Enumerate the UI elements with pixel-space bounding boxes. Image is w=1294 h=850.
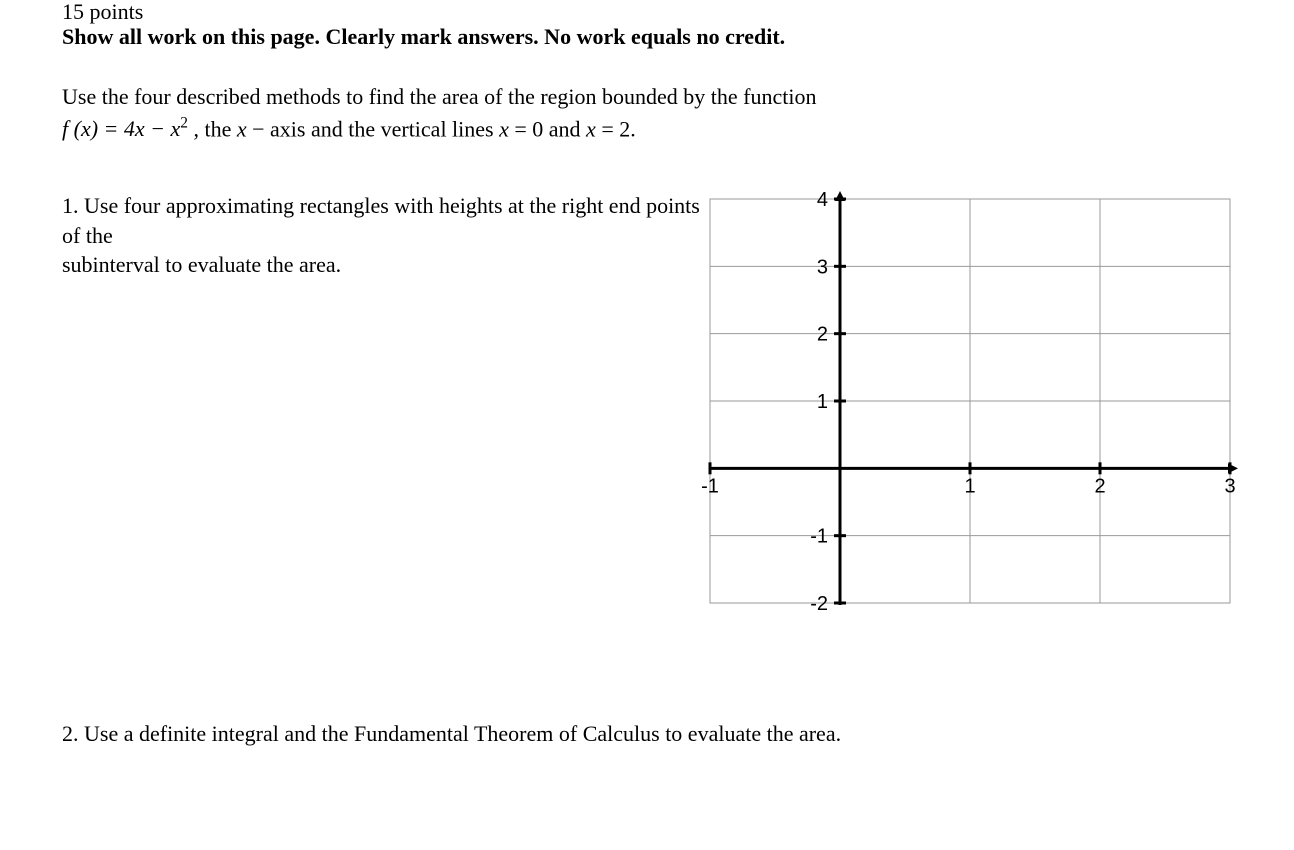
q1-text-b: subinterval to evaluate the area. xyxy=(62,252,341,277)
fn-prefix: f (x) = 4x − x xyxy=(62,116,180,141)
svg-text:2: 2 xyxy=(1094,475,1105,497)
svg-text:2: 2 xyxy=(817,324,828,346)
points-line: 15 points xyxy=(62,0,1232,24)
question-2: 2. Use a definite integral and the Funda… xyxy=(62,721,1232,747)
prompt-dash: − axis and the vertical lines xyxy=(247,116,500,141)
q1-text-a: Use four approximating rectangles with h… xyxy=(62,193,700,248)
eq1-rhs: = 0 and xyxy=(509,116,586,141)
q1-num: 1. xyxy=(62,193,84,218)
svg-text:1: 1 xyxy=(964,475,975,497)
eq2-lhs: x xyxy=(586,116,596,141)
prompt-mid1: , the xyxy=(193,116,236,141)
svg-text:-1: -1 xyxy=(810,526,828,548)
svg-text:1: 1 xyxy=(817,391,828,413)
svg-text:-1: -1 xyxy=(702,475,719,497)
q2-num: 2. xyxy=(62,721,84,746)
fn-exponent: 2 xyxy=(180,115,188,132)
q2-text: Use a definite integral and the Fundamen… xyxy=(84,721,841,746)
eq2-rhs: = 2. xyxy=(596,116,636,141)
question-1: 1. Use four approximating rectangles wit… xyxy=(62,191,702,280)
eq1-lhs: x xyxy=(499,116,509,141)
coordinate-chart: -1 1 2 3 -2 -1 1 2 3 4 xyxy=(702,191,1232,611)
svg-text:3: 3 xyxy=(1224,475,1235,497)
svg-text:3: 3 xyxy=(817,256,828,278)
instruction-line: Show all work on this page. Clearly mark… xyxy=(62,24,1232,50)
svg-text:4: 4 xyxy=(817,191,828,211)
xvar: x xyxy=(237,116,247,141)
svg-text:-2: -2 xyxy=(810,593,828,611)
problem-prompt: Use the four described methods to find t… xyxy=(62,82,1232,145)
function-expr: f (x) = 4x − x2 xyxy=(62,116,193,141)
prompt-intro: Use the four described methods to find t… xyxy=(62,84,817,109)
